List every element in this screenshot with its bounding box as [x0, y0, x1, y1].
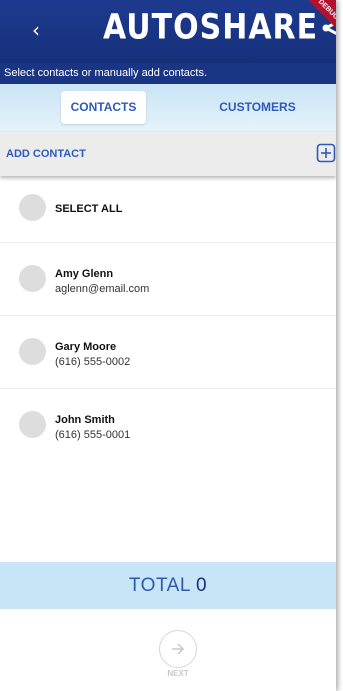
back-button[interactable]: ‹ — [26, 18, 46, 42]
contact-name: Gary Moore — [55, 341, 117, 353]
contact-detail: (616) 555-0002 — [55, 356, 131, 368]
next-label: NEXT — [167, 669, 189, 678]
tabs-bar: CONTACTS CUSTOMERS — [0, 84, 336, 132]
tab-contacts[interactable]: CONTACTS — [61, 91, 146, 124]
plus-square-icon[interactable] — [316, 143, 336, 163]
select-all-checkbox[interactable] — [19, 194, 46, 221]
app-header: ‹ AUTOSHARE DEBUG — [0, 0, 336, 63]
list-item[interactable]: Amy Glenn aglenn@email.com — [0, 243, 336, 316]
total-label: TOTAL — [128, 575, 191, 596]
add-contact-label: ADD CONTACT — [6, 148, 86, 160]
chevron-left-icon: ‹ — [32, 18, 40, 42]
contact-detail: aglenn@email.com — [55, 283, 150, 295]
logo-text: AUTOSHARE — [103, 7, 319, 48]
next-button[interactable] — [159, 630, 197, 668]
select-all-label: SELECT ALL — [55, 203, 123, 215]
tab-customers[interactable]: CUSTOMERS — [210, 91, 305, 124]
contact-detail: (616) 555-0001 — [55, 429, 131, 441]
list-item[interactable]: Gary Moore (616) 555-0002 — [0, 316, 336, 389]
app-logo: AUTOSHARE — [103, 7, 336, 48]
contact-select-circle[interactable] — [19, 338, 46, 365]
app-screen: ‹ AUTOSHARE DEBUG Select contacts or man… — [0, 0, 336, 691]
add-contact-bar[interactable]: ADD CONTACT — [0, 132, 336, 176]
contact-select-circle[interactable] — [19, 411, 46, 438]
contact-name: Amy Glenn — [55, 268, 114, 280]
contact-name: John Smith — [55, 414, 115, 426]
select-all-row[interactable]: SELECT ALL — [0, 178, 336, 243]
instructions-text: Select contacts or manually add contacts… — [0, 63, 336, 84]
list-item[interactable]: John Smith (616) 555-0001 — [0, 389, 336, 462]
total-value: 0 — [195, 575, 208, 596]
contact-select-circle[interactable] — [19, 265, 46, 292]
total-bar: TOTAL 0 — [0, 562, 336, 609]
arrow-right-icon — [172, 643, 185, 655]
